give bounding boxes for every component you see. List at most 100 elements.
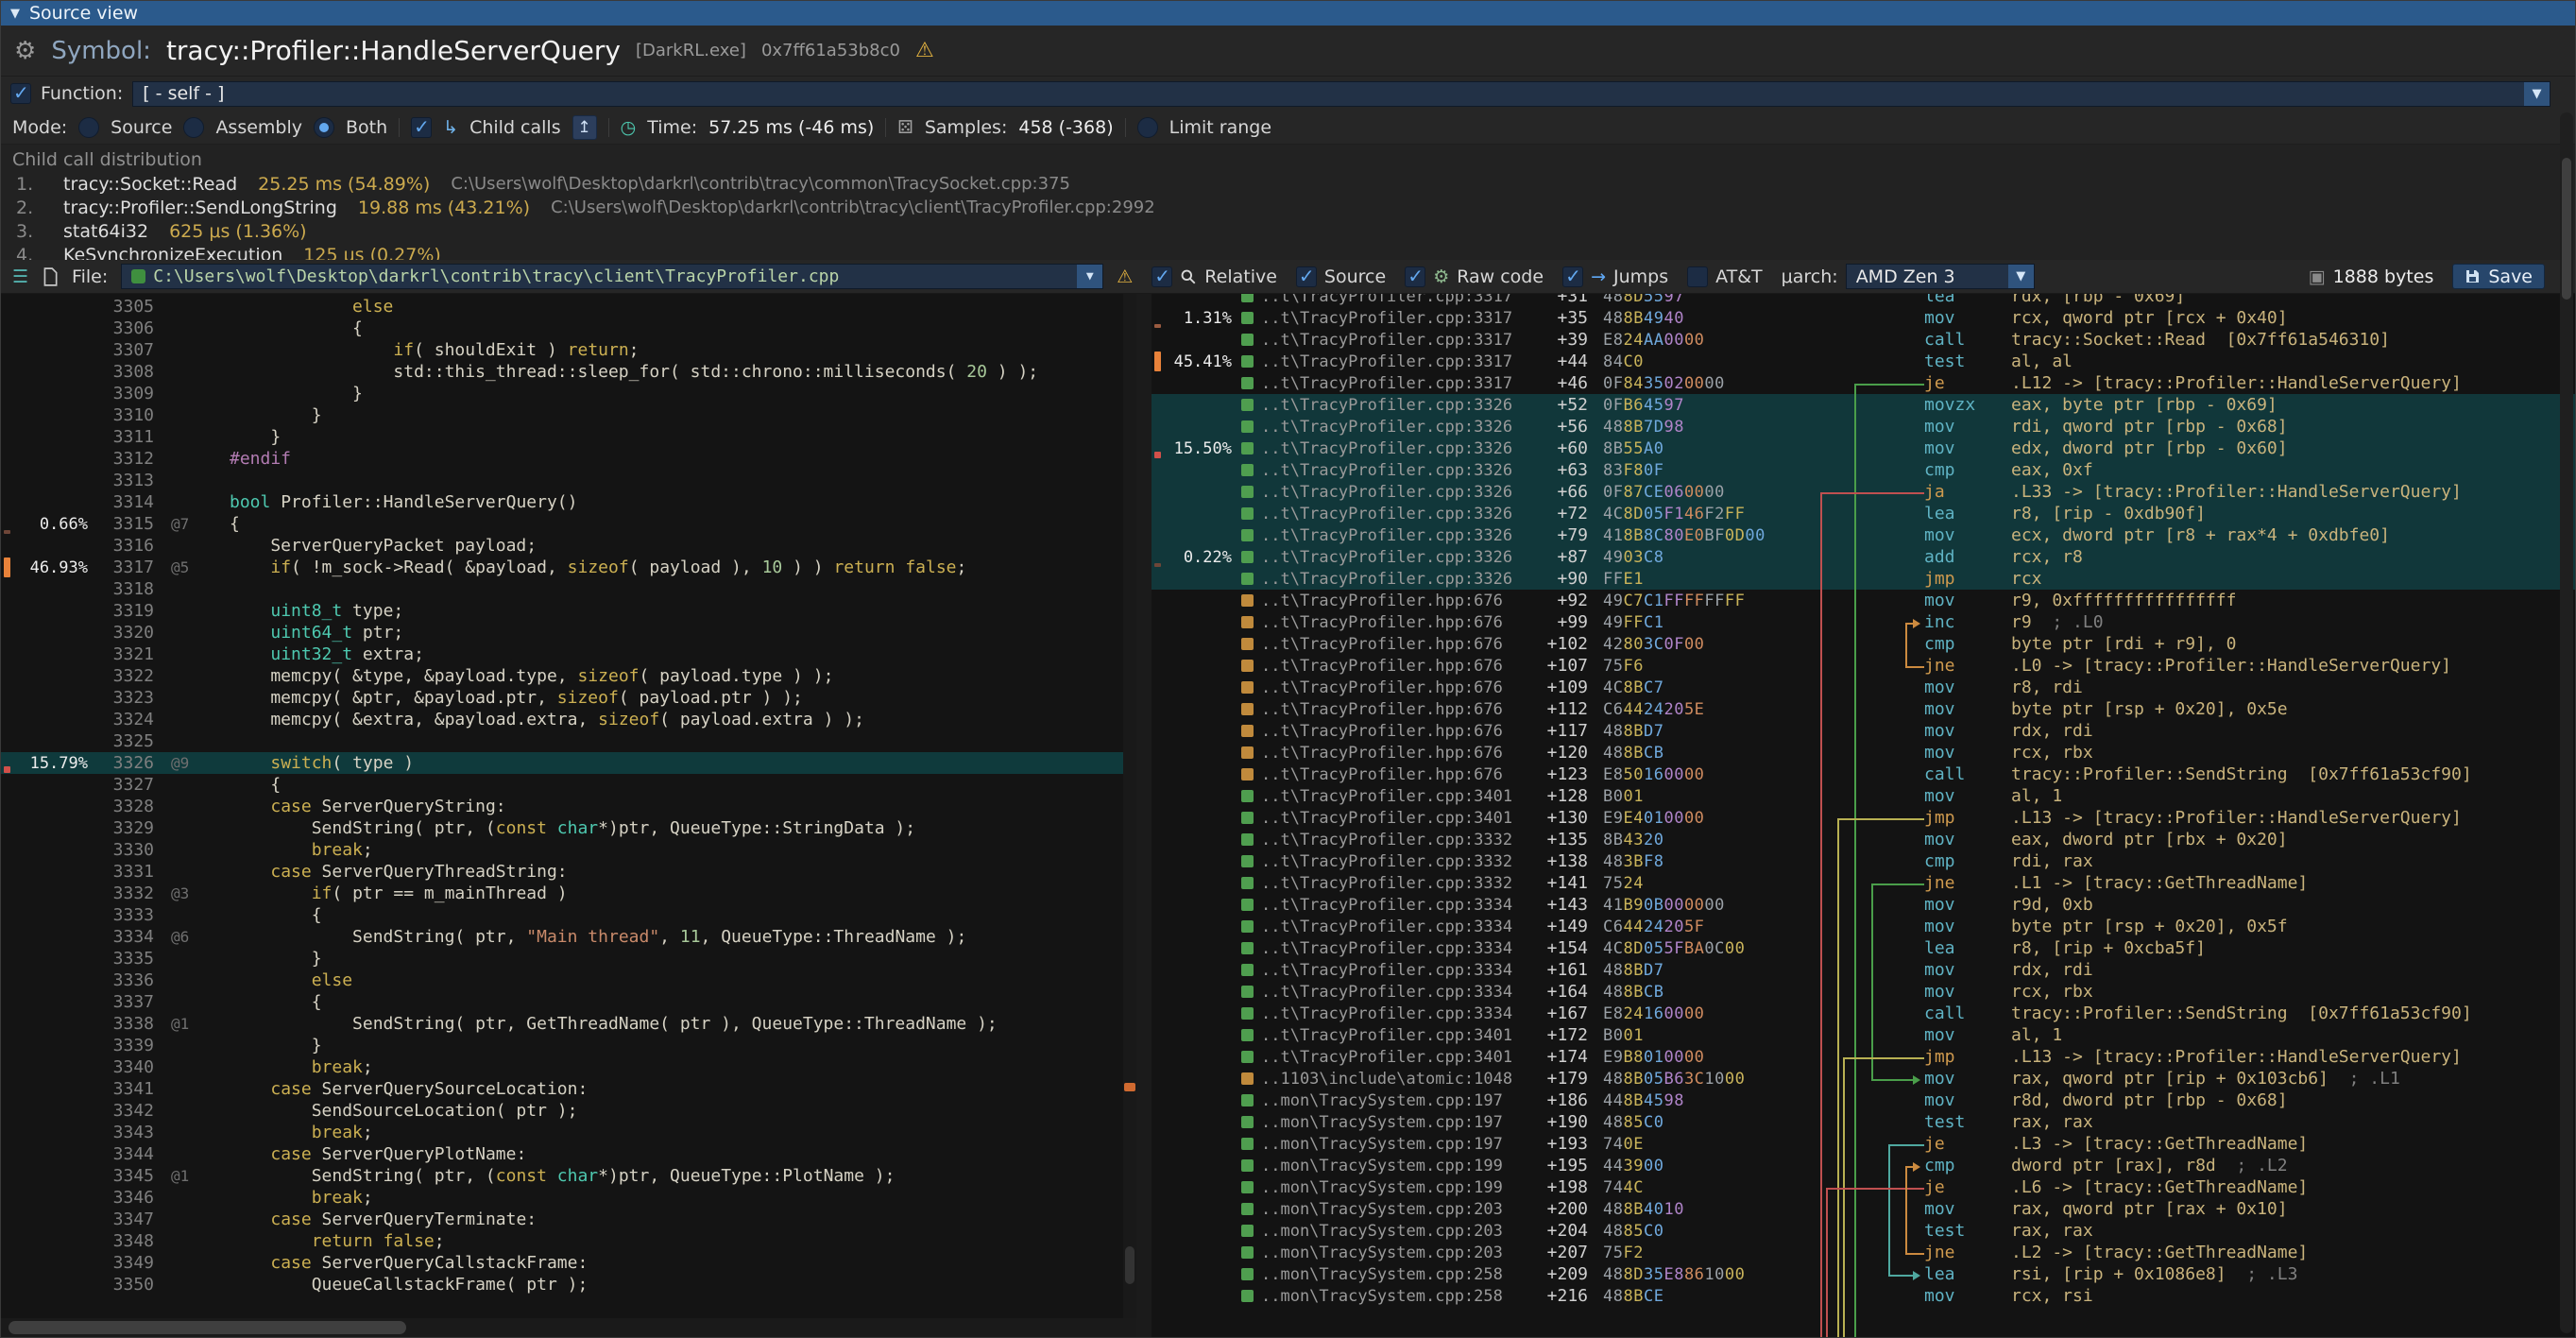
assembly-line[interactable]: ..t\TracyProfiler.cpp:3317+39E824AA0000c… — [1152, 329, 2575, 351]
assembly-line[interactable]: ..mon\TracySystem.cpp:203+2044885C0testr… — [1152, 1220, 2575, 1242]
source-line[interactable]: 3321 uint32_t extra; — [1, 643, 1136, 665]
source-line[interactable]: 3350 QueueCallstackFrame( ptr ); — [1, 1274, 1136, 1295]
assembly-line[interactable]: ..t\TracyProfiler.cpp:3317+460F843502000… — [1152, 372, 2575, 394]
child-call-entry[interactable]: 2.tracy::Profiler::SendLongString19.88 m… — [12, 196, 2575, 219]
source-line[interactable]: 3346 break; — [1, 1187, 1136, 1209]
raw-code-label[interactable]: Raw code — [1457, 266, 1544, 287]
window-vertical-scrollbar[interactable] — [2560, 112, 2573, 1333]
source-line[interactable]: 3328 case ServerQueryString: — [1, 796, 1136, 817]
assembly-line[interactable]: ..t\TracyProfiler.hpp:676+120488BCBmovrc… — [1152, 742, 2575, 763]
source-line[interactable]: 3310 } — [1, 404, 1136, 426]
source-line[interactable]: 3324 memcpy( &extra, &payload.extra, siz… — [1, 709, 1136, 730]
assembly-line[interactable]: ..t\TracyProfiler.cpp:3326+90FFE1jmprcx — [1152, 568, 2575, 590]
propagate-up-button[interactable]: ↥ — [572, 115, 597, 140]
assembly-line[interactable]: ..t\TracyProfiler.cpp:3332+1417524jne.L1… — [1152, 872, 2575, 894]
att-syntax-checkbox[interactable] — [1687, 266, 1708, 287]
source-line[interactable]: 3332@3 if( ptr == m_mainThread ) — [1, 883, 1136, 904]
assembly-line[interactable]: ..mon\TracySystem.cpp:199+195443900cmpdw… — [1152, 1155, 2575, 1176]
source-line[interactable]: 3311 } — [1, 426, 1136, 448]
att-syntax-label[interactable]: AT&T — [1715, 266, 1763, 287]
scrollbar-thumb[interactable] — [9, 1321, 406, 1334]
assembly-line[interactable]: ..t\TracyProfiler.hpp:676+10242803C0F00c… — [1152, 633, 2575, 655]
child-call-entry[interactable]: 3.stat64i32625 μs (1.36%) — [12, 219, 2575, 243]
assembly-line[interactable]: ..t\TracyProfiler.cpp:3334+149C64424205F… — [1152, 916, 2575, 937]
source-line[interactable]: 3333 { — [1, 904, 1136, 926]
radio-both[interactable] — [314, 117, 334, 138]
assembly-line[interactable]: ..t\TracyProfiler.hpp:676+10775F6jne.L0 … — [1152, 655, 2575, 677]
assembly-line[interactable]: ..t\TracyProfiler.hpp:676+9249C7C1FFFFFF… — [1152, 590, 2575, 611]
source-vertical-scrollbar[interactable] — [1123, 294, 1136, 1318]
assembly-line[interactable]: ..t\TracyProfiler.cpp:3326+6383F80Fcmpea… — [1152, 459, 2575, 481]
source-line[interactable]: 3319 uint8_t type; — [1, 600, 1136, 622]
source-line[interactable]: 3318 — [1, 578, 1136, 600]
source-line[interactable]: 3307 if( shouldExit ) return; — [1, 339, 1136, 361]
source-line[interactable]: 3312#endif — [1, 448, 1136, 470]
source-line[interactable]: 3337 { — [1, 991, 1136, 1013]
assembly-line[interactable]: ..mon\TracySystem.cpp:197+193740Eje.L3 -… — [1152, 1133, 2575, 1155]
assembly-line[interactable]: ..t\TracyProfiler.hpp:676+112C64424205Em… — [1152, 698, 2575, 720]
assembly-line[interactable]: ..mon\TracySystem.cpp:197+1904885C0testr… — [1152, 1111, 2575, 1133]
save-button[interactable]: Save — [2452, 264, 2545, 289]
assembly-line[interactable]: 0.22%..t\TracyProfiler.cpp:3326+874903C8… — [1152, 546, 2575, 568]
assembly-line[interactable]: ..t\TracyProfiler.cpp:3401+172B001moval,… — [1152, 1024, 2575, 1046]
source-line[interactable]: 3331 case ServerQueryThreadString: — [1, 861, 1136, 883]
assembly-line[interactable]: ..t\TracyProfiler.cpp:3401+128B001moval,… — [1152, 785, 2575, 807]
source-line[interactable]: 3306 { — [1, 317, 1136, 339]
assembly-line[interactable]: ..t\TracyProfiler.hpp:676+117488BD7movrd… — [1152, 720, 2575, 742]
source-line[interactable]: 15.79%3326@9 switch( type ) — [1, 752, 1136, 774]
assembly-line[interactable]: ..t\TracyProfiler.cpp:3326+724C8D05F146F… — [1152, 503, 2575, 524]
source-line[interactable]: 3344 case ServerQueryPlotName: — [1, 1143, 1136, 1165]
source-label[interactable]: Source — [1324, 266, 1386, 287]
relative-label[interactable]: Relative — [1204, 266, 1277, 287]
assembly-line[interactable]: 45.41%..t\TracyProfiler.cpp:3317+4484C0t… — [1152, 351, 2575, 372]
pane-divider[interactable] — [1136, 294, 1152, 1337]
source-line[interactable]: 3309 } — [1, 383, 1136, 404]
chevron-down-icon[interactable]: ▼ — [2524, 82, 2550, 106]
assembly-line[interactable]: ..mon\TracySystem.cpp:258+216488BCEmovrc… — [1152, 1285, 2575, 1307]
assembly-line[interactable]: ..t\TracyProfiler.cpp:3401+174E9B8010000… — [1152, 1046, 2575, 1068]
source-line[interactable]: 3349 case ServerQueryCallstackFrame: — [1, 1252, 1136, 1274]
source-line[interactable]: 46.93%3317@5 if( !m_sock->Read( &payload… — [1, 557, 1136, 578]
jumps-checkbox[interactable] — [1562, 266, 1583, 287]
assembly-line[interactable]: ..mon\TracySystem.cpp:203+20775F2jne.L2 … — [1152, 1242, 2575, 1263]
source-line[interactable]: 3313 — [1, 470, 1136, 491]
source-line[interactable]: 3314bool Profiler::HandleServerQuery() — [1, 491, 1136, 513]
assembly-line[interactable]: ..1103\include\atomic:1048+179488B05B63C… — [1152, 1068, 2575, 1089]
source-line[interactable]: 3341 case ServerQuerySourceLocation: — [1, 1078, 1136, 1100]
function-checkbox[interactable] — [10, 83, 31, 104]
source-line[interactable]: 3322 memcpy( &type, &payload.type, sizeo… — [1, 665, 1136, 687]
assembly-line[interactable]: ..t\TracyProfiler.hpp:676+123E850160000c… — [1152, 763, 2575, 785]
child-calls-checkbox[interactable] — [411, 117, 432, 138]
file-select[interactable]: C:\Users\wolf\Desktop\darkrl\contrib\tra… — [121, 264, 1103, 289]
scrollbar-thumb[interactable] — [2562, 158, 2571, 300]
source-line[interactable]: 3345@1 SendString( ptr, (const char*)ptr… — [1, 1165, 1136, 1187]
jumps-label[interactable]: Jumps — [1613, 266, 1668, 287]
source-line[interactable]: 3347 case ServerQueryTerminate: — [1, 1209, 1136, 1230]
assembly-line[interactable]: 15.50%..t\TracyProfiler.cpp:3326+608B55A… — [1152, 437, 2575, 459]
source-line[interactable]: 3316 ServerQueryPacket payload; — [1, 535, 1136, 557]
radio-assembly-label[interactable]: Assembly — [215, 117, 302, 138]
collapse-icon[interactable]: ▼ — [10, 7, 20, 21]
assembly-line[interactable]: ..t\TracyProfiler.cpp:3317+31488D5597lea… — [1152, 294, 2575, 307]
radio-assembly[interactable] — [183, 117, 204, 138]
source-line[interactable]: 3339 } — [1, 1035, 1136, 1056]
source-line[interactable]: 3325 — [1, 730, 1136, 752]
child-call-entry[interactable]: 1.tracy::Socket::Read25.25 ms (54.89%)C:… — [12, 172, 2575, 196]
radio-both-label[interactable]: Both — [346, 117, 387, 138]
source-line[interactable]: 3327 { — [1, 774, 1136, 796]
source-line[interactable]: 3338@1 SendString( ptr, GetThreadName( p… — [1, 1013, 1136, 1035]
chevron-down-icon[interactable]: ▼ — [1077, 265, 1102, 288]
source-line[interactable]: 3343 break; — [1, 1122, 1136, 1143]
uarch-select[interactable]: AMD Zen 3 ▼ — [1846, 264, 2035, 289]
assembly-line[interactable]: ..mon\TracySystem.cpp:197+186448B4598mov… — [1152, 1089, 2575, 1111]
assembly-line[interactable]: 1.31%..t\TracyProfiler.cpp:3317+35488B49… — [1152, 307, 2575, 329]
source-line[interactable]: 3308 std::this_thread::sleep_for( std::c… — [1, 361, 1136, 383]
assembly-line[interactable]: ..mon\TracySystem.cpp:199+198744Cje.L6 -… — [1152, 1176, 2575, 1198]
assembly-line[interactable]: ..t\TracyProfiler.cpp:3334+161488BD7movr… — [1152, 959, 2575, 981]
assembly-line[interactable]: ..mon\TracySystem.cpp:258+209488D35E8861… — [1152, 1263, 2575, 1285]
assembly-line[interactable]: ..t\TracyProfiler.cpp:3326+56488B7D98mov… — [1152, 416, 2575, 437]
source-line[interactable]: 3320 uint64_t ptr; — [1, 622, 1136, 643]
source-line[interactable]: 0.66%3315@7{ — [1, 513, 1136, 535]
chevron-down-icon[interactable]: ▼ — [2008, 265, 2034, 288]
source-line[interactable]: 3323 memcpy( &ptr, &payload.ptr, sizeof(… — [1, 687, 1136, 709]
